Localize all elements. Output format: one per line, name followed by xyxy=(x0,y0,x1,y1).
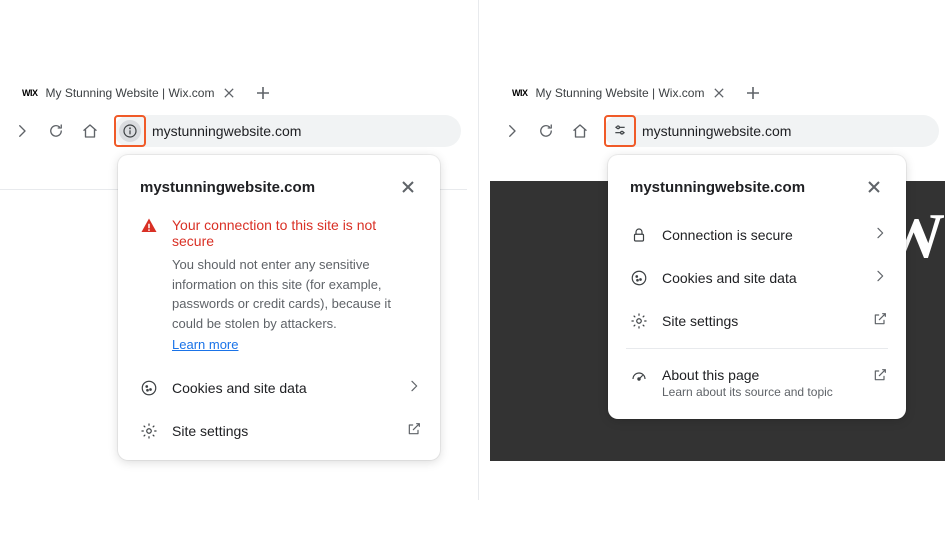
left-browser-window: WIX My Stunning Website | Wix.com xyxy=(0,75,467,451)
forward-button[interactable] xyxy=(6,115,38,147)
close-icon[interactable] xyxy=(394,173,422,201)
gear-icon xyxy=(630,312,648,330)
chevron-right-icon xyxy=(872,225,888,244)
popover-title: mystunningwebsite.com xyxy=(630,179,805,196)
browser-toolbar: mystunningwebsite.com xyxy=(490,111,945,151)
browser-tab[interactable]: WIX My Stunning Website | Wix.com xyxy=(12,79,246,107)
external-link-icon xyxy=(872,311,888,330)
site-info-popover: mystunningwebsite.com Connection is secu… xyxy=(608,155,906,419)
tab-strip: WIX My Stunning Website | Wix.com xyxy=(0,75,467,111)
tab-favicon: WIX xyxy=(512,88,528,98)
warning-text: You should not enter any sensitive infor… xyxy=(172,255,418,333)
forward-button[interactable] xyxy=(496,115,528,147)
external-link-icon xyxy=(872,367,888,386)
chevron-right-icon xyxy=(406,378,422,397)
tune-icon xyxy=(612,122,628,141)
site-info-popover: mystunningwebsite.com Your connection to… xyxy=(118,155,440,460)
close-icon[interactable] xyxy=(712,86,726,100)
new-tab-button[interactable] xyxy=(740,80,766,106)
tab-strip: WIX My Stunning Website | Wix.com xyxy=(490,75,945,111)
popover-title: mystunningwebsite.com xyxy=(140,179,315,196)
connection-secure-row[interactable]: Connection is secure xyxy=(608,213,906,256)
site-settings-label: Site settings xyxy=(662,313,858,329)
new-tab-button[interactable] xyxy=(250,80,276,106)
reload-button[interactable] xyxy=(530,115,562,147)
close-icon[interactable] xyxy=(222,86,236,100)
home-button[interactable] xyxy=(74,115,106,147)
connection-label: Connection is secure xyxy=(662,227,858,243)
site-settings-row[interactable]: Site settings xyxy=(608,299,906,342)
security-warning: Your connection to this site is not secu… xyxy=(118,213,440,366)
site-info-button[interactable] xyxy=(114,115,146,147)
browser-tab[interactable]: WIX My Stunning Website | Wix.com xyxy=(502,79,736,107)
lock-icon xyxy=(630,226,648,244)
tab-favicon: WIX xyxy=(22,88,38,98)
external-link-icon xyxy=(406,421,422,440)
info-icon xyxy=(119,120,141,142)
tab-title: My Stunning Website | Wix.com xyxy=(46,86,215,100)
url-text: mystunningwebsite.com xyxy=(642,123,791,139)
site-settings-label: Site settings xyxy=(172,423,392,439)
learn-more-link[interactable]: Learn more xyxy=(172,337,238,352)
cookie-icon xyxy=(630,269,648,287)
address-bar[interactable]: mystunningwebsite.com xyxy=(114,115,461,147)
tab-title: My Stunning Website | Wix.com xyxy=(536,86,705,100)
cookies-label: Cookies and site data xyxy=(172,380,392,396)
gear-icon xyxy=(140,422,158,440)
speedometer-icon xyxy=(630,367,648,385)
right-browser-window: WIX My Stunning Website | Wix.com xyxy=(490,75,945,451)
about-page-row[interactable]: About this page Learn about its source a… xyxy=(608,355,906,411)
address-bar[interactable]: mystunningwebsite.com xyxy=(604,115,939,147)
cookies-label: Cookies and site data xyxy=(662,270,858,286)
about-page-sub: Learn about its source and topic xyxy=(662,385,858,399)
site-settings-row[interactable]: Site settings xyxy=(118,409,440,452)
chevron-right-icon xyxy=(872,268,888,287)
cookies-row[interactable]: Cookies and site data xyxy=(118,366,440,409)
popover-header: mystunningwebsite.com xyxy=(118,173,440,213)
site-info-button[interactable] xyxy=(604,115,636,147)
about-page-label: About this page xyxy=(662,367,858,383)
popover-header: mystunningwebsite.com xyxy=(608,173,906,213)
close-icon[interactable] xyxy=(860,173,888,201)
warning-icon xyxy=(140,217,158,352)
cookies-row[interactable]: Cookies and site data xyxy=(608,256,906,299)
vertical-divider xyxy=(478,0,479,500)
browser-toolbar: mystunningwebsite.com xyxy=(0,111,467,151)
home-button[interactable] xyxy=(564,115,596,147)
divider xyxy=(626,348,888,349)
cookie-icon xyxy=(140,379,158,397)
reload-button[interactable] xyxy=(40,115,72,147)
url-text: mystunningwebsite.com xyxy=(152,123,301,139)
warning-heading: Your connection to this site is not secu… xyxy=(172,217,418,249)
